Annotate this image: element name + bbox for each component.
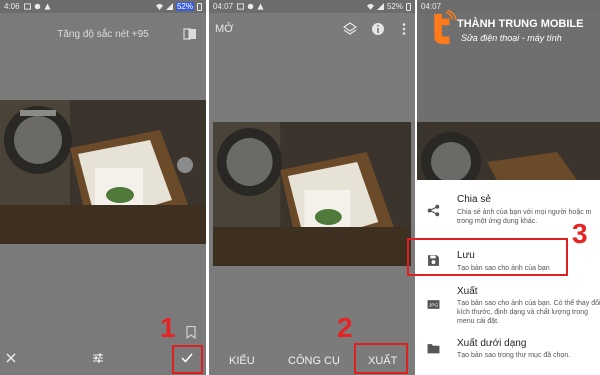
menu-item-description: Tạo bản sao cho ảnh của bạn. Có thể thay… xyxy=(457,300,600,325)
svg-text:JPG: JPG xyxy=(429,303,439,309)
highlight-save-item xyxy=(407,238,568,276)
open-button[interactable]: MỞ xyxy=(215,23,234,35)
logo-subtitle: Sửa điện thoại - máy tính xyxy=(461,33,562,43)
folder-icon xyxy=(427,344,440,354)
logo-title: THÀNH TRUNG MOBILE xyxy=(457,18,584,30)
jpg-icon: JPG xyxy=(427,300,440,309)
battery-icon xyxy=(406,2,411,11)
watermark-logo: THÀNH TRUNG MOBILE Sửa điện thoại - máy … xyxy=(417,0,600,64)
battery-icon xyxy=(197,2,202,11)
menu-item-description: Tạo bản sao trong thư mục đã chọn. xyxy=(457,352,571,359)
status-time: 04:07 xyxy=(213,2,234,11)
brand-logo-icon xyxy=(434,10,457,45)
info-icon[interactable] xyxy=(371,22,385,36)
battery-percent: 52% xyxy=(386,2,403,11)
image-notification-icon xyxy=(23,3,31,10)
main-screen-panel: 04:07 52% MỞ KIỂU CÔNG CỤ XUẤT xyxy=(209,0,415,375)
battery-percent: 52% xyxy=(175,2,194,11)
adjustment-label: Tăng độ sắc nét +95 xyxy=(57,29,149,40)
step-number-3: 3 xyxy=(572,218,588,249)
warning-notification-icon xyxy=(44,3,51,10)
layers-icon[interactable] xyxy=(343,22,357,36)
messenger-notification-icon xyxy=(34,3,40,10)
image-notification-icon xyxy=(237,3,245,10)
more-options-icon[interactable] xyxy=(397,22,411,36)
signal-icon xyxy=(376,3,384,10)
close-icon[interactable] xyxy=(6,353,16,363)
photo-preview xyxy=(213,122,411,266)
warning-notification-icon xyxy=(257,3,264,10)
menu-item-title: Xuất xyxy=(457,286,478,297)
share-icon xyxy=(427,204,440,217)
menu-item-title: Xuất dưới dạng xyxy=(457,338,527,349)
step-number-2: 2 xyxy=(337,312,353,343)
status-bar: 4:06 52% xyxy=(0,0,206,13)
menu-item-export[interactable]: JPG Xuất Tạo bản sao cho ảnh của bạn. Có… xyxy=(417,284,600,336)
signal-icon xyxy=(165,3,173,10)
status-time: 4:06 xyxy=(4,2,20,11)
menu-item-title: Chia sẻ xyxy=(457,194,491,205)
export-menu-panel: 04:07 THÀNH TRUNG MOBILE Sửa điện thoại … xyxy=(417,0,600,375)
messenger-notification-icon xyxy=(247,3,254,10)
menu-item-export-as[interactable]: Xuất dưới dạng Tạo bản sao trong thư mục… xyxy=(417,336,600,375)
tab-tools[interactable]: CÔNG CỤ xyxy=(288,355,340,367)
wifi-icon xyxy=(366,3,374,10)
tab-styles[interactable]: KIỂU xyxy=(229,355,255,367)
wifi-icon xyxy=(155,3,163,10)
photo-preview xyxy=(0,100,206,244)
step-number-1: 1 xyxy=(160,312,176,343)
compare-icon[interactable] xyxy=(183,27,197,41)
status-bar: 04:07 52% xyxy=(209,0,415,13)
highlight-apply-button xyxy=(172,345,203,374)
bookmark-icon[interactable] xyxy=(186,326,196,339)
adjust-sliders-icon[interactable] xyxy=(92,352,104,364)
export-bottom-sheet: Chia sẻ Chia sẻ ảnh của bạn với mọi ngườ… xyxy=(417,180,600,375)
highlight-export-tab xyxy=(354,343,408,374)
photo-preview xyxy=(417,122,600,180)
